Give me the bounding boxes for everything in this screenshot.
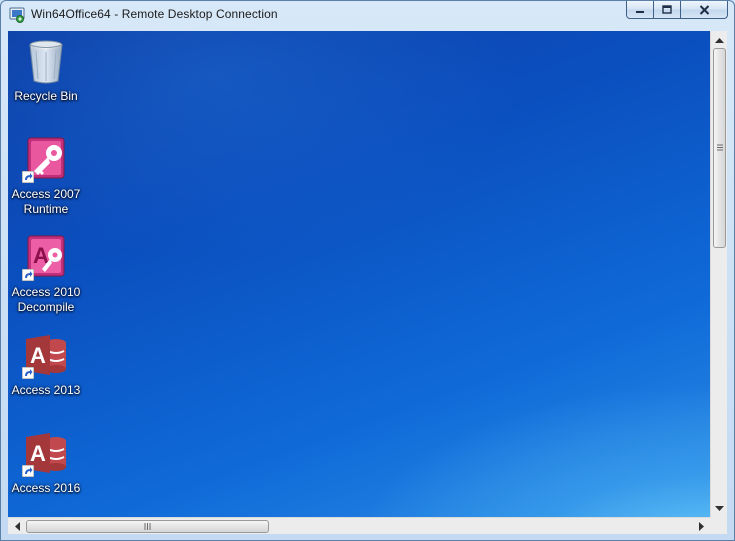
horizontal-scrollbar[interactable] <box>8 517 710 534</box>
desktop-icon-label: Access 2016 <box>11 481 81 495</box>
desktop-icon-label: Recycle Bin <box>14 89 78 103</box>
desktop-icon-label: Access 2013 <box>11 383 81 397</box>
scroll-down-button[interactable] <box>711 500 728 517</box>
chevron-right-icon <box>698 522 704 531</box>
desktop-icon-access-2013[interactable]: A Access 2013 <box>8 331 86 398</box>
chevron-left-icon <box>14 522 20 531</box>
desktop-icon-label: Access 2010 Decompile <box>11 285 81 314</box>
scrollbar-corner <box>710 517 727 534</box>
caption-buttons <box>626 1 728 19</box>
minimize-button[interactable] <box>626 1 654 19</box>
horizontal-scroll-thumb[interactable] <box>26 520 269 533</box>
minimize-icon <box>636 10 644 13</box>
remote-desktop-window: Win64Office64 - Remote Desktop Connectio… <box>0 0 735 541</box>
vertical-scrollbar[interactable] <box>710 31 727 517</box>
desktop-icon-label: Access 2007 Runtime <box>11 187 81 216</box>
shortcut-arrow-icon <box>22 465 34 477</box>
window-title: Win64Office64 - Remote Desktop Connectio… <box>31 7 278 21</box>
shortcut-arrow-icon <box>22 269 34 281</box>
svg-text:A: A <box>30 343 46 368</box>
shortcut-arrow-icon <box>22 367 34 379</box>
grip-icon <box>717 144 723 151</box>
scroll-right-button[interactable] <box>693 518 710 535</box>
close-button[interactable] <box>681 1 728 19</box>
remote-desktop-icon[interactable] <box>9 7 25 23</box>
maximize-button[interactable] <box>654 1 681 19</box>
close-icon <box>699 4 709 15</box>
desktop-icon-access-2016[interactable]: A Access 2016 <box>8 429 86 496</box>
grip-icon <box>144 523 151 530</box>
desktop-icon-access-2007-runtime[interactable]: Access 2007 Runtime <box>8 135 86 217</box>
svg-text:A: A <box>30 441 46 466</box>
scroll-up-button[interactable] <box>711 31 728 48</box>
recycle-bin-icon <box>29 40 63 84</box>
maximize-icon <box>662 5 672 14</box>
desktop-icon-recycle-bin[interactable]: Recycle Bin <box>8 37 86 104</box>
chevron-up-icon <box>715 37 724 43</box>
scroll-left-button[interactable] <box>8 518 25 535</box>
vertical-scroll-thumb[interactable] <box>713 48 726 248</box>
desktop-icon-access-2010-decompile[interactable]: A Access 2010 Decompile <box>8 233 86 315</box>
remote-desktop[interactable]: Recycle Bin Access 2007 Runtime A Access… <box>8 31 710 517</box>
chevron-down-icon <box>715 505 724 511</box>
title-bar[interactable]: Win64Office64 - Remote Desktop Connectio… <box>1 1 734 29</box>
shortcut-arrow-icon <box>22 171 34 183</box>
